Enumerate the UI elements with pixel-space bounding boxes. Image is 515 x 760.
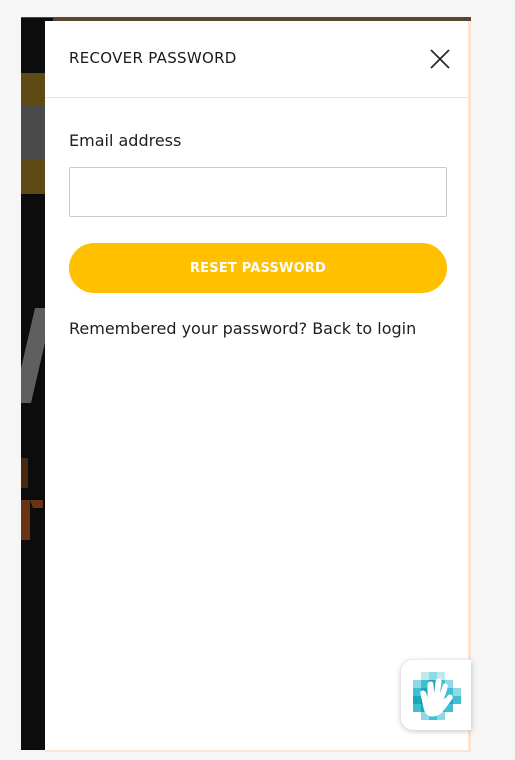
remembered-text: Remembered your password? bbox=[69, 319, 308, 338]
reset-password-button[interactable]: RESET PASSWORD bbox=[69, 243, 447, 293]
email-field[interactable] bbox=[69, 167, 447, 217]
drawer-header: RECOVER PASSWORD bbox=[45, 21, 468, 98]
accessibility-widget-button[interactable] bbox=[401, 660, 471, 730]
accessibility-hand-icon bbox=[413, 672, 461, 720]
recover-password-form: Email address RESET PASSWORD Remembered … bbox=[69, 131, 447, 338]
email-label: Email address bbox=[69, 131, 182, 150]
recover-password-drawer: RECOVER PASSWORD Email address RESET PAS… bbox=[45, 21, 471, 752]
back-to-login-link[interactable]: Back to login bbox=[312, 319, 416, 338]
close-icon bbox=[430, 49, 450, 69]
drawer-title: RECOVER PASSWORD bbox=[69, 49, 237, 67]
back-to-login-line: Remembered your password? Back to login bbox=[69, 319, 447, 338]
close-button[interactable] bbox=[426, 45, 454, 73]
